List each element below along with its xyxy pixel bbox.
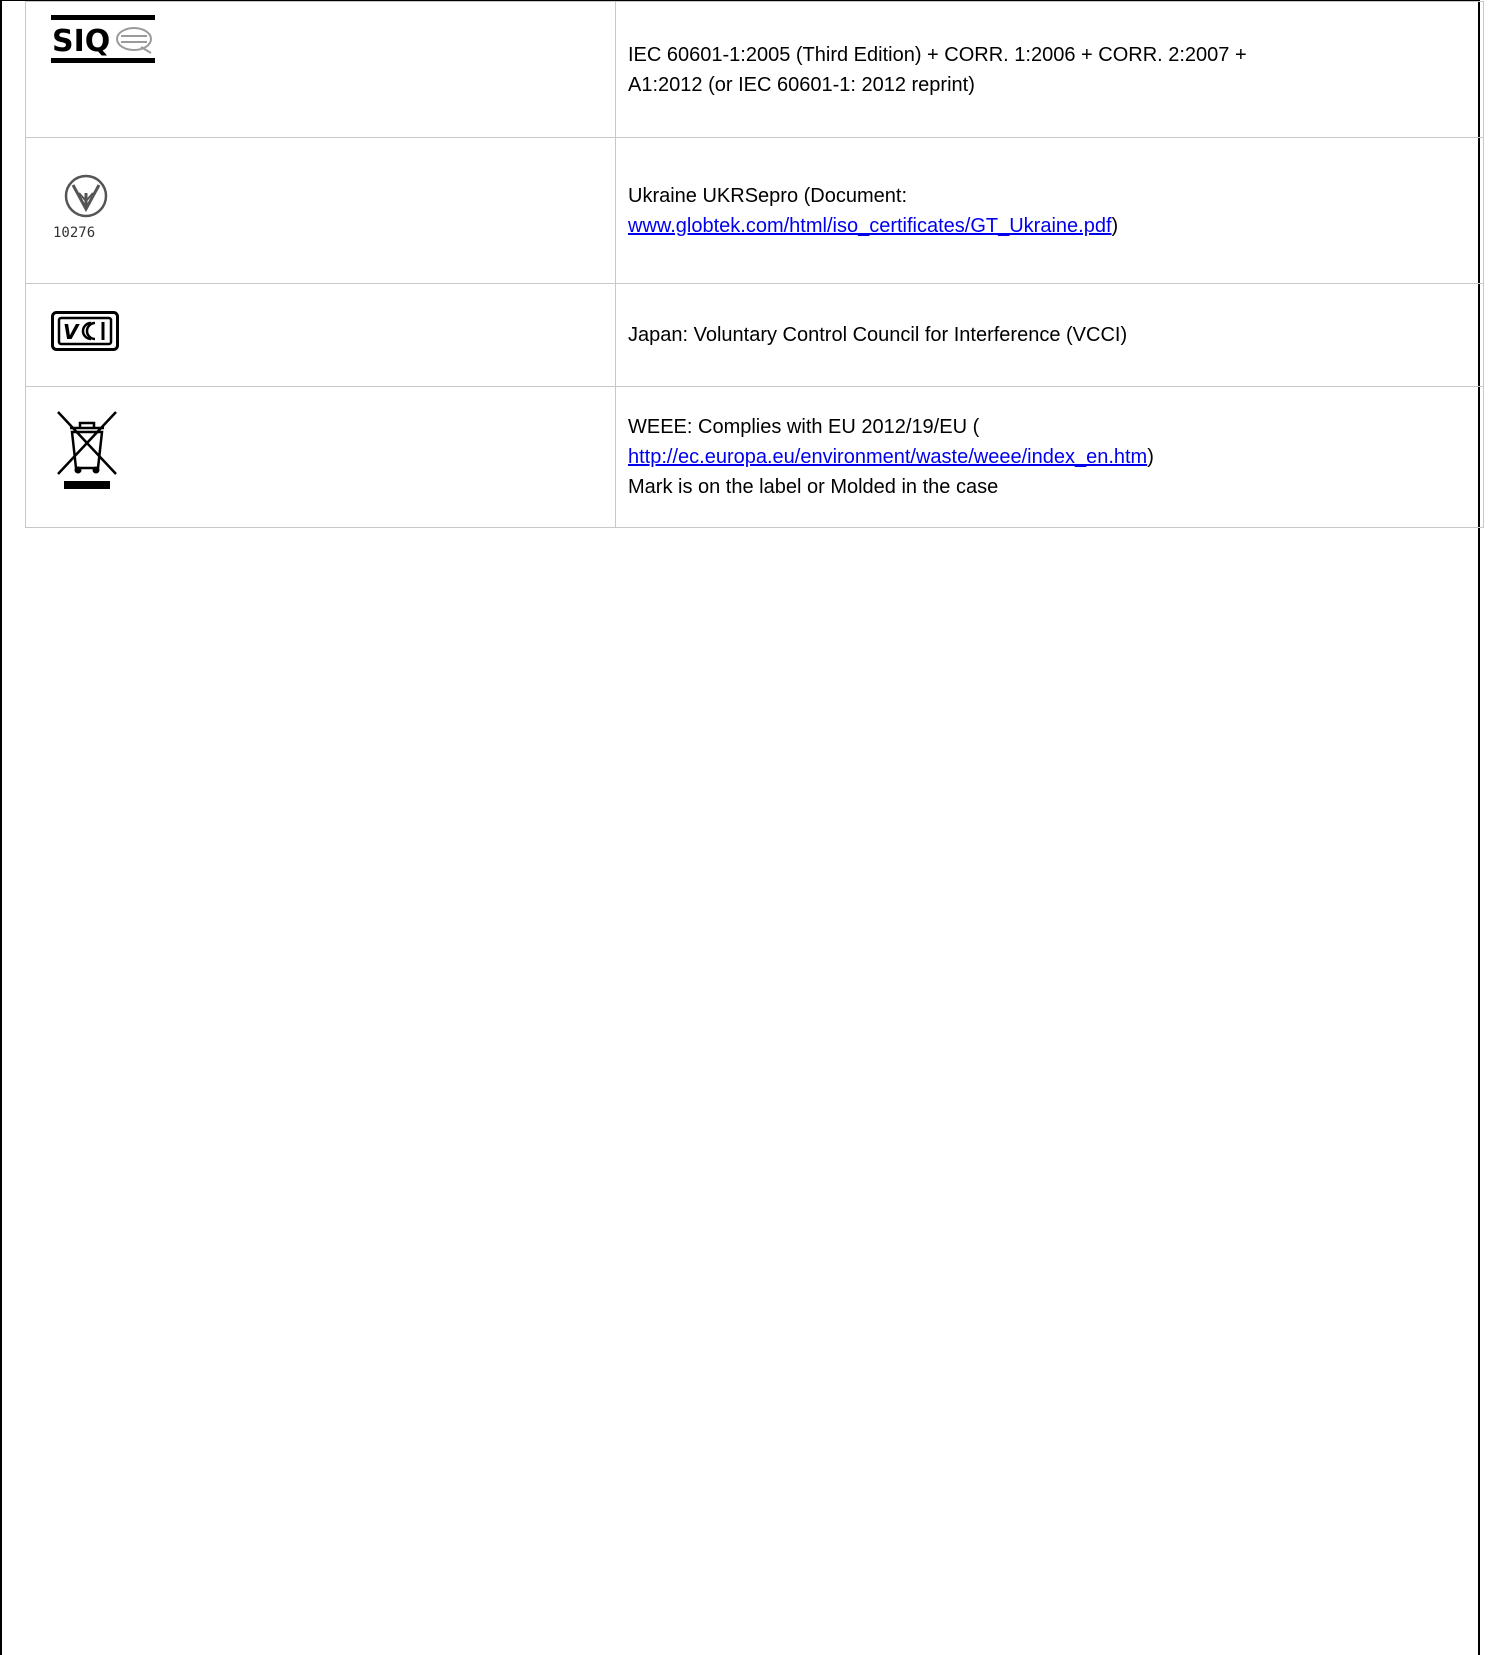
vcci-logo-icon: V [51,310,615,360]
siq-standard-line-2: A1:2012 (or IEC 60601-1: 2012 reprint) [628,73,975,96]
siq-standard-line-1: IEC 60601-1:2005 (Third Edition) + CORR.… [628,43,1247,66]
mark-cell: SIQ [25,1,616,138]
vcci-text: Japan: Voluntary Control Council for Int… [628,324,1128,346]
table-row: 10276 Ukraine UKRSepro (Document: www.gl… [25,137,1484,284]
ukraine-document-link[interactable]: www.globtek.com/html/iso_certificates/GT… [628,215,1112,237]
weee-close-paren: ) [1147,446,1154,468]
weee-crossed-bin-icon [56,408,615,499]
ukrsepro-number: 10276 [53,225,95,241]
table-row: V Japan: Voluntary Control Council for I… [25,283,1484,387]
weee-compliance-text: WEEE: Complies with EU 2012/19/EU ( [628,416,980,438]
mark-cell: 10276 [25,137,616,284]
description-cell: WEEE: Complies with EU 2012/19/EU ( http… [615,386,1484,528]
table-row: SIQ IEC 60601-1:2005 (Third Edition) + C… [25,1,1484,138]
mark-cell [25,386,616,528]
description-cell: IEC 60601-1:2005 (Third Edition) + CORR.… [615,1,1484,138]
table-row: WEEE: Complies with EU 2012/19/EU ( http… [25,386,1484,528]
siq-logo-icon: SIQ [51,15,615,72]
ukraine-close-paren: ) [1111,214,1119,237]
weee-link-line: http://ec.europa.eu/environment/waste/we… [628,442,1471,472]
description-cell: Japan: Voluntary Control Council for Int… [615,283,1484,387]
document-page: SIQ IEC 60601-1:2005 (Third Edition) + C… [0,0,1484,1655]
description-cell: Ukraine UKRSepro (Document: www.globtek.… [615,137,1484,284]
weee-mark-note: Mark is on the label or Molded in the ca… [628,476,999,498]
weee-directive-link[interactable]: http://ec.europa.eu/environment/waste/we… [628,446,1147,468]
certification-table: SIQ IEC 60601-1:2005 (Third Edition) + C… [25,1,1484,528]
ukraine-link-line: www.globtek.com/html/iso_certificates/GT… [628,211,1471,241]
mark-cell: V [25,283,616,387]
vcci-logo-text: V [63,320,80,344]
siq-logo-text: SIQ [52,24,110,59]
ukraine-cert-text: Ukraine UKRSepro (Document: [628,184,907,207]
ukrsepro-mark-icon: 10276 [51,171,615,250]
